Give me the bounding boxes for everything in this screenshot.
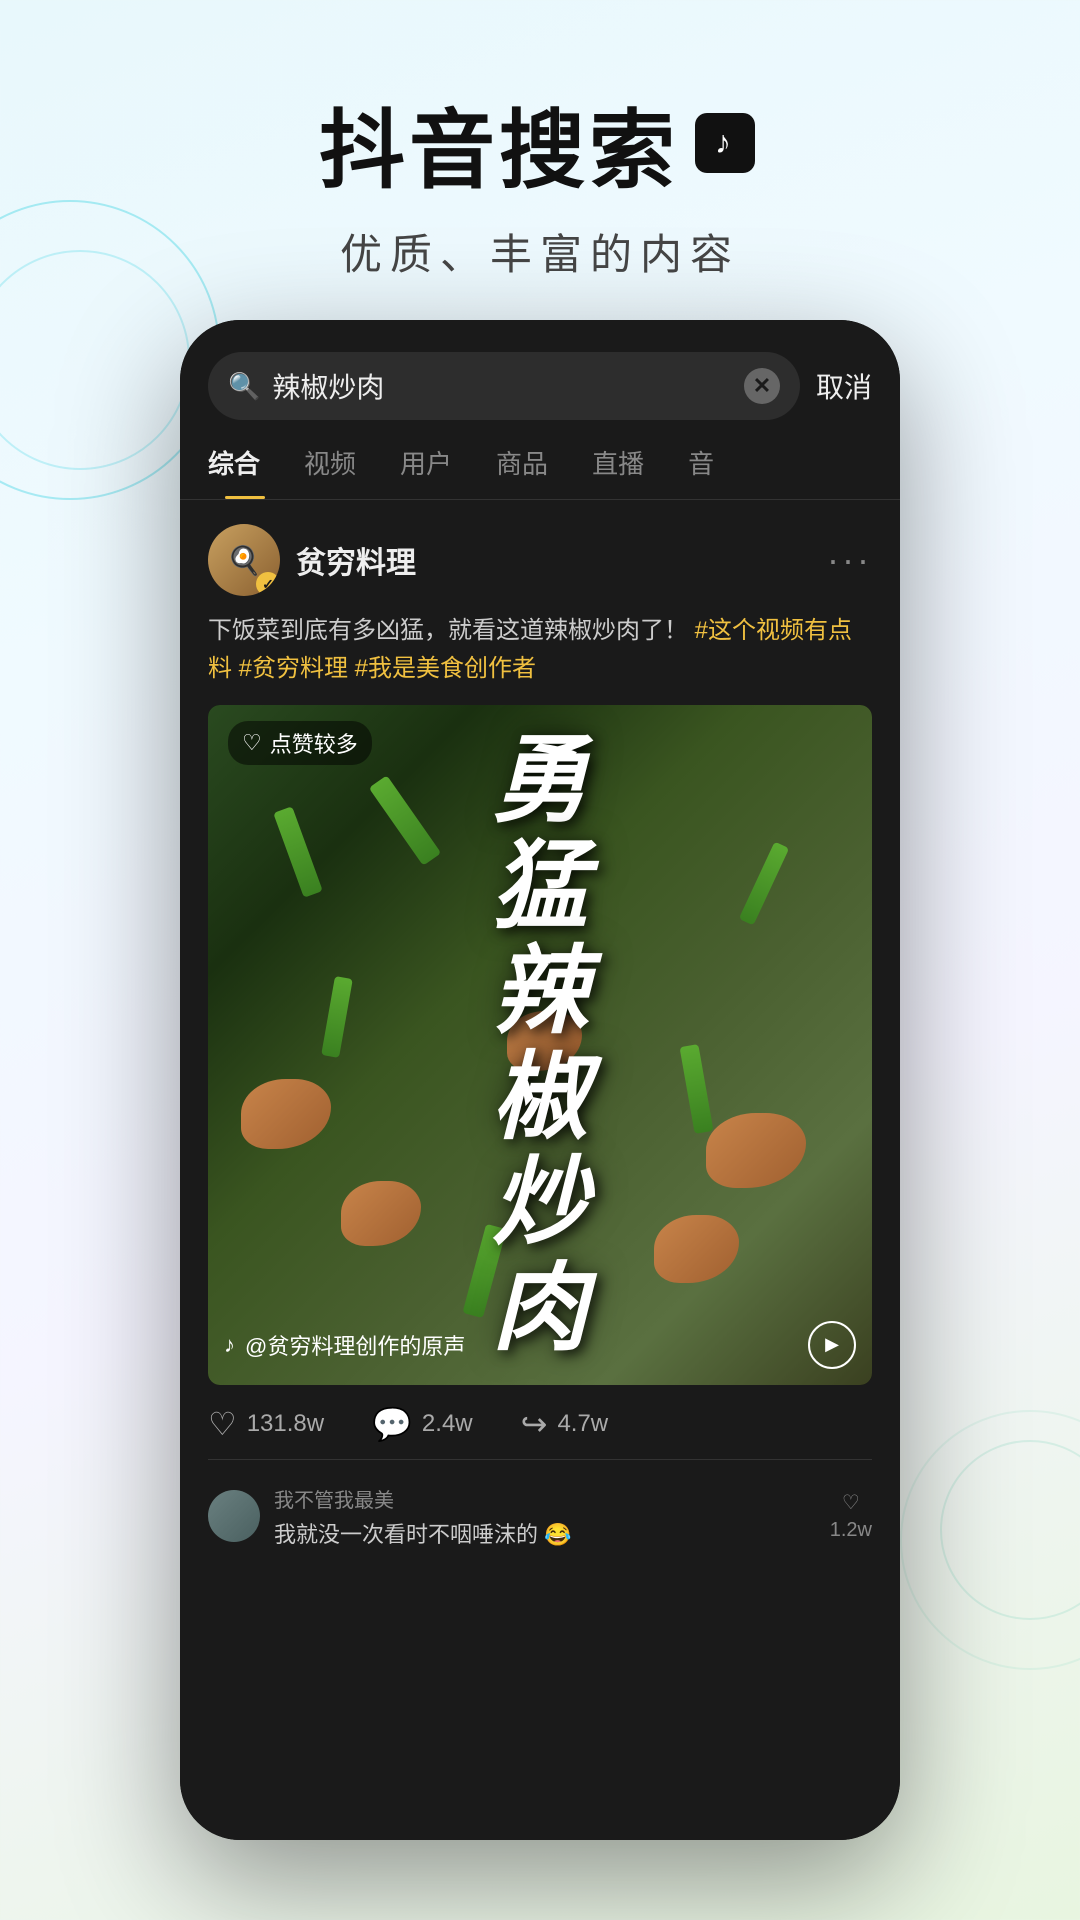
search-icon: 🔍	[228, 371, 260, 402]
post-card: 🍳 ✓ 贫穷料理 ··· 下饭菜到底有多凶猛，就看这道辣椒炒肉了！ #这个视频有…	[180, 500, 900, 1573]
small-heart-icon: ♡	[842, 1490, 860, 1515]
cancel-button[interactable]: 取消	[816, 366, 872, 406]
search-input-wrapper[interactable]: 🔍 辣椒炒肉 ✕	[208, 352, 800, 420]
tab-商品[interactable]: 商品	[474, 444, 570, 499]
video-text-overlay: 勇猛辣椒炒肉	[208, 705, 872, 1385]
more-options-button[interactable]: ···	[827, 539, 872, 581]
audio-info: ♪ @贫穷料理创作的原声	[224, 1329, 465, 1361]
comment-likes: ♡ 1.2w	[830, 1490, 872, 1542]
commenter-username: 我不管我最美	[274, 1484, 816, 1513]
search-query-text: 辣椒炒肉	[272, 366, 732, 406]
heart-icon: ♡	[242, 730, 262, 756]
engagement-row: ♡ 131.8w 💬 2.4w ↪ 4.7w	[208, 1385, 872, 1459]
tiktok-logo-icon	[689, 107, 761, 179]
tab-直播[interactable]: 直播	[570, 444, 666, 499]
like-badge: ♡ 点赞较多	[228, 721, 372, 765]
comment-likes-count: 1.2w	[830, 1519, 872, 1542]
subtitle-text: 优质、丰富的内容	[0, 221, 1080, 282]
comments-number: 2.4w	[422, 1410, 473, 1438]
commenter-avatar-img	[208, 1490, 260, 1542]
play-button[interactable]: ▶	[808, 1321, 856, 1369]
comment-row: 我不管我最美 我就没一次看时不咽唾沫的 😂 ♡ 1.2w	[208, 1476, 872, 1557]
commenter-avatar	[208, 1490, 260, 1542]
phone-frame: 🔍 辣椒炒肉 ✕ 取消 综合 视频 用户 商品 直播 音	[180, 320, 900, 1840]
phone-screen: 🔍 辣椒炒肉 ✕ 取消 综合 视频 用户 商品 直播 音	[180, 320, 900, 1840]
comment-content: 我不管我最美 我就没一次看时不咽唾沫的 😂	[274, 1484, 816, 1549]
video-thumbnail[interactable]: 勇猛辣椒炒肉 ♡ 点赞较多 ♪ @贫穷料理创作的原声 ▶	[208, 705, 872, 1385]
post-desc-text: 下饭菜到底有多凶猛，就看这道辣椒炒肉了！	[208, 617, 688, 644]
comment-icon: 💬	[372, 1405, 412, 1443]
tab-综合[interactable]: 综合	[208, 444, 282, 499]
bg-decoration-4	[900, 1410, 1080, 1670]
comment-preview: 我不管我最美 我就没一次看时不咽唾沫的 😂 ♡ 1.2w	[208, 1459, 872, 1573]
title-text: 抖音搜索	[319, 80, 679, 205]
likes-count[interactable]: ♡ 131.8w	[208, 1405, 324, 1443]
header: 抖音搜索 优质、丰富的内容	[0, 0, 1080, 322]
likes-number: 131.8w	[247, 1410, 324, 1438]
tab-音[interactable]: 音	[666, 444, 736, 499]
share-icon: ↪	[521, 1405, 548, 1443]
post-description: 下饭菜到底有多凶猛，就看这道辣椒炒肉了！ #这个视频有点料 #贫穷料理 #我是美…	[208, 612, 872, 689]
tab-视频[interactable]: 视频	[282, 444, 378, 499]
avatar[interactable]: 🍳 ✓	[208, 524, 280, 596]
heart-icon: ♡	[208, 1405, 237, 1443]
audio-title: @贫穷料理创作的原声	[245, 1329, 465, 1361]
shares-count[interactable]: ↪ 4.7w	[521, 1405, 609, 1443]
comments-count[interactable]: 💬 2.4w	[372, 1405, 473, 1443]
verified-badge: ✓	[256, 572, 280, 596]
note-icon	[695, 113, 755, 173]
audio-bar: ♪ @贫穷料理创作的原声 ▶	[224, 1321, 856, 1369]
tiktok-music-icon: ♪	[224, 1332, 235, 1358]
like-badge-text: 点赞较多	[270, 727, 358, 759]
username[interactable]: 贫穷料理	[296, 538, 811, 582]
video-big-text: 勇猛辣椒炒肉	[492, 728, 588, 1362]
content-area: 🍳 ✓ 贫穷料理 ··· 下饭菜到底有多凶猛，就看这道辣椒炒肉了！ #这个视频有…	[180, 500, 900, 1840]
search-bar-area: 🔍 辣椒炒肉 ✕ 取消	[180, 320, 900, 420]
user-row: 🍳 ✓ 贫穷料理 ···	[208, 524, 872, 596]
search-clear-button[interactable]: ✕	[744, 368, 780, 404]
tab-用户[interactable]: 用户	[378, 444, 474, 499]
comment-text: 我就没一次看时不咽唾沫的 😂	[274, 1517, 816, 1549]
app-title: 抖音搜索	[0, 80, 1080, 205]
shares-number: 4.7w	[557, 1410, 608, 1438]
tabs-bar: 综合 视频 用户 商品 直播 音	[180, 420, 900, 500]
